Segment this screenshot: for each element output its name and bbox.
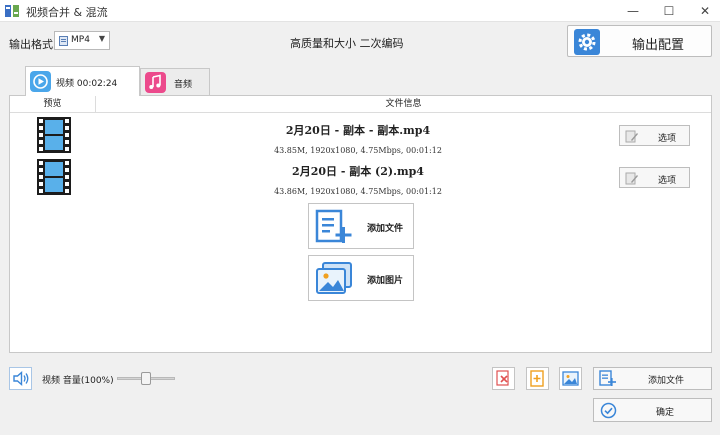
column-header: 预览 文件信息 [10,96,711,113]
output-format-value: MP4 [71,35,90,45]
add-file-bottom-label: 添加文件 [648,376,685,386]
options-label: 选项 [658,176,677,186]
add-file-bottom-button[interactable]: 添加文件 [593,367,712,390]
close-button[interactable]: ✕ [688,0,720,22]
image-icon [562,371,579,386]
tab-audio-label: 音频 [174,80,193,90]
tab-video[interactable]: 视频 00:02:24 [25,66,140,96]
ok-label: 确定 [656,408,675,418]
volume-slider-thumb[interactable] [141,372,151,385]
add-image-small-button[interactable] [559,367,582,390]
options-label: 选项 [658,134,677,144]
minimize-button[interactable]: — [616,0,650,22]
add-file-button[interactable]: 添加文件 [308,203,414,249]
gear-icon [574,29,600,55]
add-folder-button[interactable] [526,367,549,390]
remove-file-button[interactable] [492,367,515,390]
file-name: 2月20日 - 副本 (2).mp4 [292,165,424,178]
add-image-icon [316,262,352,294]
chevron-down-icon: ▼ [98,34,105,43]
file-list-panel: 预览 文件信息 2月20日 - 副本 - 副本.mp4 43.85M, 1920… [9,95,712,353]
maximize-button[interactable]: ☐ [652,0,686,22]
quality-text: 高质量和大小 二次编码 [290,37,404,50]
output-config-label: 输出配置 [632,38,685,53]
speaker-icon[interactable] [9,367,32,390]
volume-label: 视频 音量(100%) [42,376,114,386]
column-file-info: 文件信息 [385,99,422,109]
output-config-button[interactable]: 输出配置 [567,25,712,57]
file-icon [59,36,68,46]
output-format-label: 输出格式 [9,38,53,51]
add-file-icon [315,209,352,243]
ok-button[interactable]: 确定 [593,398,712,422]
video-thumbnail-icon[interactable] [37,159,71,195]
edit-settings-icon [625,172,638,185]
options-button[interactable]: 选项 [619,125,690,146]
window-title: 视频合并 & 混流 [26,6,108,19]
delete-file-icon [496,370,509,386]
music-note-icon [145,72,166,93]
add-document-icon [530,370,544,387]
add-file-icon [599,370,616,386]
file-meta: 43.86M, 1920x1080, 4.75Mbps, 00:01:12 [274,187,442,196]
add-file-label: 添加文件 [367,224,404,234]
checkmark-circle-icon [600,402,617,419]
tab-video-label: 视频 00:02:24 [56,79,118,89]
edit-settings-icon [625,130,638,143]
file-meta: 43.85M, 1920x1080, 4.75Mbps, 00:01:12 [274,146,442,155]
options-button[interactable]: 选项 [619,167,690,188]
add-image-button[interactable]: 添加图片 [308,255,414,301]
title-bar: 视频合并 & 混流 — ☐ ✕ [0,0,720,22]
video-thumbnail-icon[interactable] [37,117,71,153]
file-name: 2月20日 - 副本 - 副本.mp4 [285,124,431,137]
app-icon [5,5,19,17]
output-format-select[interactable]: MP4 ▼ [54,31,110,50]
add-image-label: 添加图片 [367,276,404,286]
tab-audio[interactable]: 音频 [140,68,210,96]
video-play-icon [30,71,51,92]
column-preview: 预览 [10,96,96,113]
